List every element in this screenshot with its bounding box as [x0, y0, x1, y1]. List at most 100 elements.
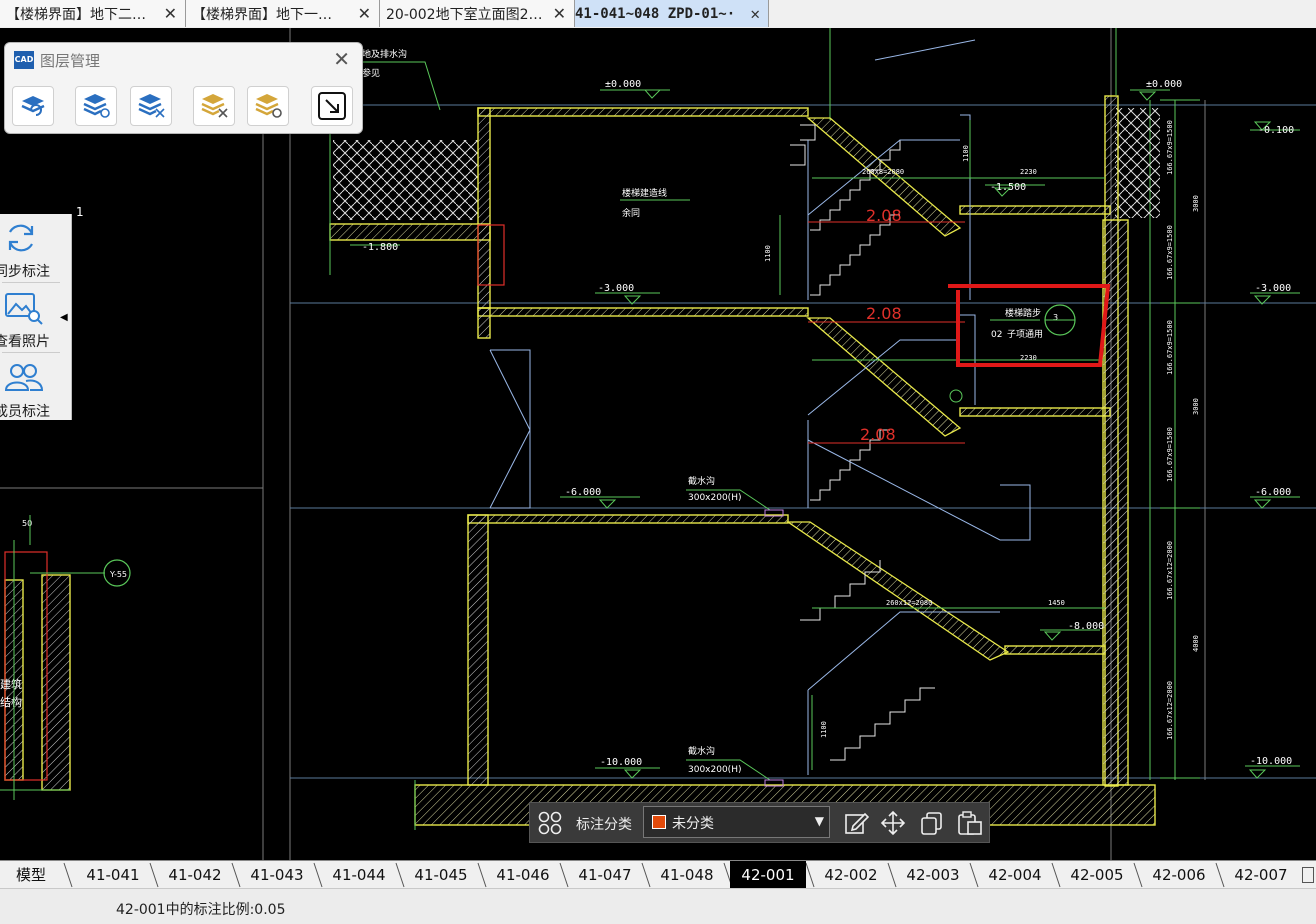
note-text: 截水沟 — [688, 475, 715, 487]
document-tab-bar: 【楼梯界面】地下二… ✕ 【楼梯界面】地下一… ✕ 20-002地下室立面图2…… — [0, 0, 1316, 29]
outline-lines — [489, 39, 1031, 775]
note-text: 1 — [76, 205, 84, 219]
elev-text: -6.000 — [1255, 487, 1291, 498]
dim-text: 3000 — [1192, 195, 1200, 212]
dim-text: 166.67x12=2000 — [1166, 541, 1174, 600]
move-icon[interactable] — [880, 810, 906, 836]
sheet-tab[interactable]: 42-005 — [1056, 861, 1138, 888]
dim-red-2: 2.08 — [866, 304, 902, 323]
dim-text: 166.67x9=1500 — [1166, 120, 1174, 175]
doc-tab-1[interactable]: 【楼梯界面】地下二… ✕ — [0, 0, 186, 27]
sheet-tab[interactable]: 41-048 — [646, 861, 728, 888]
close-icon[interactable]: ✕ — [358, 4, 371, 23]
sync-annotation-button[interactable]: 同步标注 — [0, 216, 62, 282]
sheet-tab[interactable]: 42-004 — [974, 861, 1056, 888]
sheet-tab[interactable]: 41-041 — [72, 861, 154, 888]
elev-text: -10.000 — [1250, 756, 1292, 767]
copy-icon[interactable] — [919, 810, 945, 836]
sheet-tab[interactable]: 41-045 — [400, 861, 482, 888]
note-text: 子项通用 — [1007, 329, 1043, 340]
layer-restore-button[interactable] — [12, 86, 54, 126]
member-annotation-button[interactable]: 成员标注 — [0, 356, 62, 422]
panel-title: 图层管理 — [40, 52, 101, 70]
layer-on-button[interactable] — [75, 86, 117, 126]
sheet-tab[interactable]: 41-043 — [236, 861, 318, 888]
view-photo-button[interactable]: 查看照片 — [0, 286, 62, 352]
app-logo: CAD — [14, 51, 34, 69]
soil-hatch — [1115, 108, 1160, 218]
chevron-down-icon: ▼ — [814, 814, 824, 828]
collapse-arrow-icon[interactable]: ◀ — [60, 312, 68, 323]
elev-text: ±0.000 — [1146, 79, 1182, 90]
dim-red-3: 2.08 — [860, 425, 896, 444]
dim-text: 166.67x9=1500 — [1166, 225, 1174, 280]
close-icon[interactable]: ✕ — [333, 47, 350, 71]
dim-text: 4000 — [1192, 635, 1200, 652]
layer-off-button[interactable] — [130, 86, 172, 126]
layer-undo-icon — [21, 96, 45, 116]
side-note: 参见 — [362, 67, 380, 79]
note-text: Y-55 — [109, 570, 127, 579]
note-text: 截水沟 — [688, 745, 715, 757]
doc-tab-3[interactable]: 20-002地下室立面图2… ✕ — [380, 0, 575, 27]
annotation-category-select[interactable]: 未分类 ▼ — [643, 806, 830, 838]
paste-icon[interactable] — [956, 810, 984, 836]
side-item-label: 查看照片 — [0, 334, 50, 350]
sheet-tab[interactable]: 41-042 — [154, 861, 236, 888]
dim-text: 1450 — [1048, 599, 1065, 607]
layer-select-button[interactable] — [311, 86, 353, 126]
sheet-tab[interactable]: 41-046 — [482, 861, 564, 888]
cad-canvas[interactable]: 2.08 2.08 2.08 ±0.000 -3.000 -6.000 -10.… — [0, 28, 1316, 860]
doc-tab-label: 41-041~048 ZPD-01~· — [575, 5, 736, 22]
layer-bulb-icon — [83, 94, 110, 118]
note-text: 50 — [22, 519, 32, 528]
category-color-swatch — [652, 815, 666, 829]
members-icon — [4, 364, 44, 391]
elev-text: -8.000 — [1068, 621, 1104, 632]
elev-text: ±0.000 — [605, 79, 641, 90]
layer-freeze-icon — [201, 94, 228, 118]
sheet-tab[interactable]: 42-007 — [1220, 861, 1302, 888]
dim-text: 260x12=2080 — [886, 599, 932, 607]
soil-hatch — [333, 140, 478, 220]
category-grid-icon[interactable] — [538, 811, 564, 837]
status-text: 42-001中的标注比例:0.05 — [116, 902, 286, 918]
elev-text: -1.500 — [990, 182, 1026, 193]
dim-text: 2230 — [1020, 168, 1037, 176]
doc-tab-2[interactable]: 【楼梯界面】地下一… ✕ — [186, 0, 380, 27]
layer-thaw-icon — [255, 94, 282, 118]
close-icon[interactable]: ✕ — [164, 4, 177, 23]
layer-freeze-button[interactable] — [193, 86, 235, 126]
edit-icon[interactable] — [843, 810, 869, 836]
note-text: 楼梯建造线 — [622, 187, 667, 199]
sheet-tab[interactable]: 41-044 — [318, 861, 400, 888]
dim-text: 3000 — [1192, 398, 1200, 415]
elev-text: -1.800 — [362, 242, 398, 253]
doc-tab-label: 【楼梯界面】地下一… — [192, 6, 332, 23]
sheet-tab[interactable]: 42-002 — [810, 861, 892, 888]
select-arrow-icon — [318, 92, 346, 120]
note-text: 楼梯踏步 — [1005, 307, 1041, 319]
sheet-tab[interactable]: 42-003 — [892, 861, 974, 888]
doc-tab-4-active[interactable]: 41-041~048 ZPD-01~· ✕ — [575, 0, 769, 27]
sheet-tab[interactable]: 41-047 — [564, 861, 646, 888]
detail-marker — [949, 389, 963, 403]
annotation-category-label: 标注分类 — [576, 817, 632, 833]
layer-thaw-button[interactable] — [247, 86, 289, 126]
sheet-tab-model[interactable]: 模型 — [0, 861, 62, 888]
close-icon[interactable]: ✕ — [553, 4, 566, 23]
dim-text: 166.67x9=1500 — [1166, 320, 1174, 375]
close-icon[interactable]: ✕ — [750, 4, 760, 23]
sheet-tab[interactable]: 42-006 — [1138, 861, 1220, 888]
sheet-tab-active[interactable]: 42-001 — [730, 861, 806, 888]
side-note: 结构 — [0, 695, 22, 709]
scroll-handle[interactable] — [1302, 867, 1314, 883]
note-text: 300x200(H) — [688, 493, 741, 503]
side-item-label: 成员标注 — [0, 404, 50, 420]
status-bar: 42-001中的标注比例:0.05 — [0, 888, 1316, 924]
dim-text: 260x8=2080 — [862, 168, 904, 176]
reference-lines — [0, 28, 1206, 860]
side-note: 建筑 — [0, 677, 22, 691]
side-toolbox: 同步标注 查看照片 成员标注 ◀ — [0, 214, 72, 420]
dim-red-1: 2.08 — [866, 206, 902, 225]
